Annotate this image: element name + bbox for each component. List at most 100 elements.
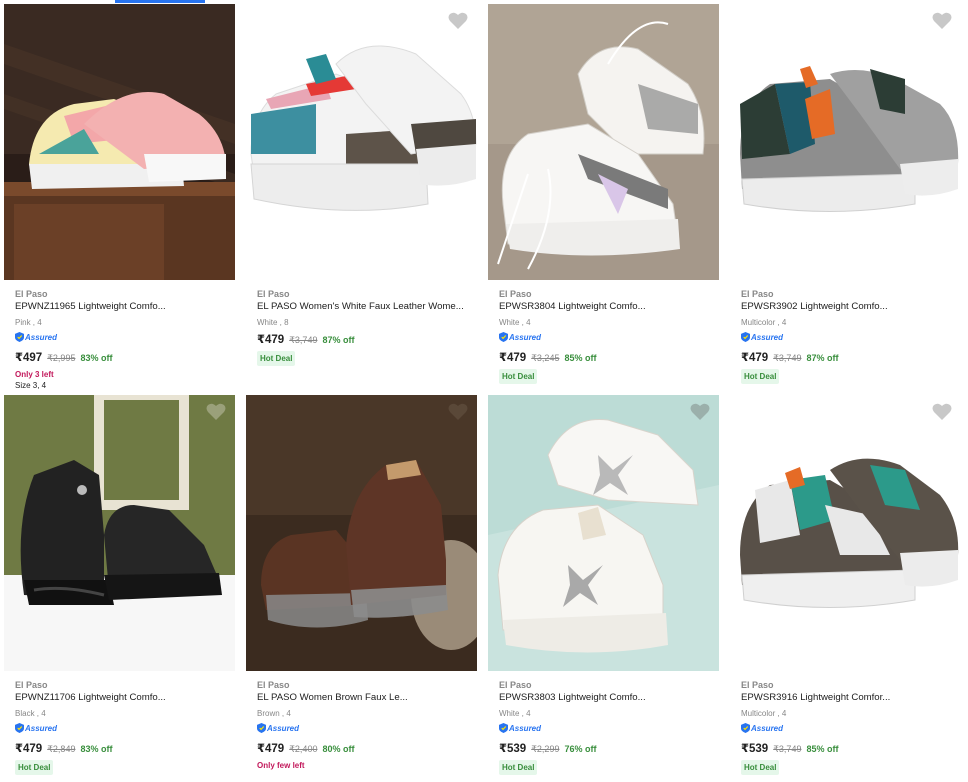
hot-deal-badge: Hot Deal bbox=[257, 351, 296, 366]
selling-price: ₹479 bbox=[499, 352, 527, 364]
price-row: ₹539 ₹2,299 76% off bbox=[499, 741, 718, 755]
shield-icon bbox=[741, 332, 750, 342]
product-image[interactable] bbox=[730, 395, 961, 671]
heart-icon[interactable] bbox=[448, 12, 468, 30]
assured-label: Assured bbox=[267, 723, 300, 733]
brand-name: El Paso bbox=[15, 289, 48, 299]
product-title[interactable]: EPWSR3902 Lightweight Comfo... bbox=[741, 300, 951, 314]
product-title[interactable]: EPWSR3804 Lightweight Comfo... bbox=[499, 300, 709, 314]
product-image[interactable] bbox=[730, 4, 961, 280]
product-card[interactable]: El Paso EPWNZ11706 Lightweight Comfo... … bbox=[0, 391, 242, 782]
product-variant: Multicolor , 4 bbox=[741, 709, 787, 718]
assured-badge: Assured bbox=[499, 722, 541, 734]
brand-name: El Paso bbox=[257, 289, 290, 299]
product-title[interactable]: EL PASO Women's White Faux Leather Wome.… bbox=[257, 300, 467, 314]
discount-percent: 87% off bbox=[322, 335, 355, 345]
original-price: ₹2,299 bbox=[531, 744, 560, 754]
discount-percent: 85% off bbox=[806, 744, 839, 754]
shield-icon bbox=[741, 723, 750, 733]
selling-price: ₹479 bbox=[257, 334, 285, 346]
assured-badge: Assured bbox=[499, 331, 541, 343]
product-grid: El Paso EPWNZ11965 Lightweight Comfo... … bbox=[0, 0, 968, 776]
price-row: ₹539 ₹3,749 85% off bbox=[741, 741, 960, 755]
price-row: ₹479 ₹2,849 83% off bbox=[15, 741, 234, 755]
assured-badge: Assured bbox=[741, 722, 783, 734]
stock-alert: Only 3 left bbox=[15, 370, 54, 379]
stock-alert: Only few left bbox=[257, 761, 305, 770]
heart-icon[interactable] bbox=[932, 12, 952, 30]
hot-deal-badge: Hot Deal bbox=[741, 760, 780, 775]
product-card[interactable]: El Paso EPWNZ11965 Lightweight Comfo... … bbox=[0, 0, 242, 391]
original-price: ₹2,849 bbox=[47, 744, 76, 754]
assured-badge: Assured bbox=[15, 722, 57, 734]
product-image[interactable] bbox=[488, 4, 719, 280]
discount-percent: 83% off bbox=[80, 353, 113, 363]
original-price: ₹3,749 bbox=[773, 353, 802, 363]
heart-icon[interactable] bbox=[690, 403, 710, 421]
product-card[interactable]: El Paso EL PASO Women's White Faux Leath… bbox=[242, 0, 484, 391]
assured-label: Assured bbox=[751, 723, 784, 733]
product-title[interactable]: EPWSR3803 Lightweight Comfo... bbox=[499, 691, 709, 705]
shield-icon bbox=[257, 723, 266, 733]
hot-deal-badge: Hot Deal bbox=[499, 369, 538, 384]
discount-percent: 76% off bbox=[564, 744, 597, 754]
product-variant: White , 4 bbox=[499, 318, 531, 327]
assured-badge: Assured bbox=[257, 722, 299, 734]
heart-icon[interactable] bbox=[206, 403, 226, 421]
discount-percent: 85% off bbox=[564, 353, 597, 363]
selling-price: ₹479 bbox=[15, 743, 43, 755]
product-variant: White , 4 bbox=[499, 709, 531, 718]
product-card[interactable]: El Paso EPWSR3804 Lightweight Comfo... W… bbox=[484, 0, 726, 391]
product-image[interactable] bbox=[4, 4, 235, 280]
discount-percent: 83% off bbox=[80, 744, 113, 754]
product-title[interactable]: EPWSR3916 Lightweight Comfor... bbox=[741, 691, 951, 705]
product-title[interactable]: EPWNZ11706 Lightweight Comfo... bbox=[15, 691, 225, 705]
brand-name: El Paso bbox=[499, 289, 532, 299]
selling-price: ₹479 bbox=[741, 352, 769, 364]
discount-percent: 87% off bbox=[806, 353, 839, 363]
product-variant: Brown , 4 bbox=[257, 709, 291, 718]
heart-icon[interactable] bbox=[448, 403, 468, 421]
product-title[interactable]: EL PASO Women Brown Faux Le... bbox=[257, 691, 467, 705]
brand-name: El Paso bbox=[15, 680, 48, 690]
product-card[interactable]: El Paso EPWSR3803 Lightweight Comfo... W… bbox=[484, 391, 726, 782]
original-price: ₹2,995 bbox=[47, 353, 76, 363]
product-card[interactable]: El Paso EPWSR3902 Lightweight Comfo... M… bbox=[726, 0, 968, 391]
original-price: ₹3,749 bbox=[289, 335, 318, 345]
assured-badge: Assured bbox=[741, 331, 783, 343]
discount-percent: 80% off bbox=[322, 744, 355, 754]
original-price: ₹3,749 bbox=[773, 744, 802, 754]
shield-icon bbox=[15, 332, 24, 342]
assured-badge: Assured bbox=[15, 331, 57, 343]
price-row: ₹479 ₹2,400 80% off bbox=[257, 741, 476, 755]
brand-name: El Paso bbox=[741, 680, 774, 690]
product-image[interactable] bbox=[246, 395, 477, 671]
brand-name: El Paso bbox=[499, 680, 532, 690]
heart-icon[interactable] bbox=[932, 403, 952, 421]
shield-icon bbox=[499, 723, 508, 733]
product-image[interactable] bbox=[488, 395, 719, 671]
product-title[interactable]: EPWNZ11965 Lightweight Comfo... bbox=[15, 300, 225, 314]
product-card[interactable]: El Paso EPWSR3916 Lightweight Comfor... … bbox=[726, 391, 968, 782]
product-variant: Pink , 4 bbox=[15, 318, 42, 327]
original-price: ₹3,245 bbox=[531, 353, 560, 363]
brand-name: El Paso bbox=[257, 680, 290, 690]
price-row: ₹479 ₹3,749 87% off bbox=[741, 350, 960, 364]
hot-deal-badge: Hot Deal bbox=[499, 760, 538, 775]
assured-label: Assured bbox=[509, 332, 542, 342]
product-image[interactable] bbox=[246, 4, 477, 280]
selling-price: ₹497 bbox=[15, 352, 43, 364]
available-sizes: Size 3, 4 bbox=[15, 381, 47, 390]
product-variant: White , 8 bbox=[257, 318, 289, 327]
price-row: ₹479 ₹3,245 85% off bbox=[499, 350, 718, 364]
shield-icon bbox=[15, 723, 24, 733]
assured-label: Assured bbox=[751, 332, 784, 342]
hot-deal-badge: Hot Deal bbox=[15, 760, 54, 775]
product-card[interactable]: El Paso EL PASO Women Brown Faux Le... B… bbox=[242, 391, 484, 782]
selling-price: ₹539 bbox=[499, 743, 527, 755]
price-row: ₹479 ₹3,749 87% off bbox=[257, 332, 476, 346]
hot-deal-badge: Hot Deal bbox=[741, 369, 780, 384]
product-image[interactable] bbox=[4, 395, 235, 671]
brand-name: El Paso bbox=[741, 289, 774, 299]
selling-price: ₹479 bbox=[257, 743, 285, 755]
